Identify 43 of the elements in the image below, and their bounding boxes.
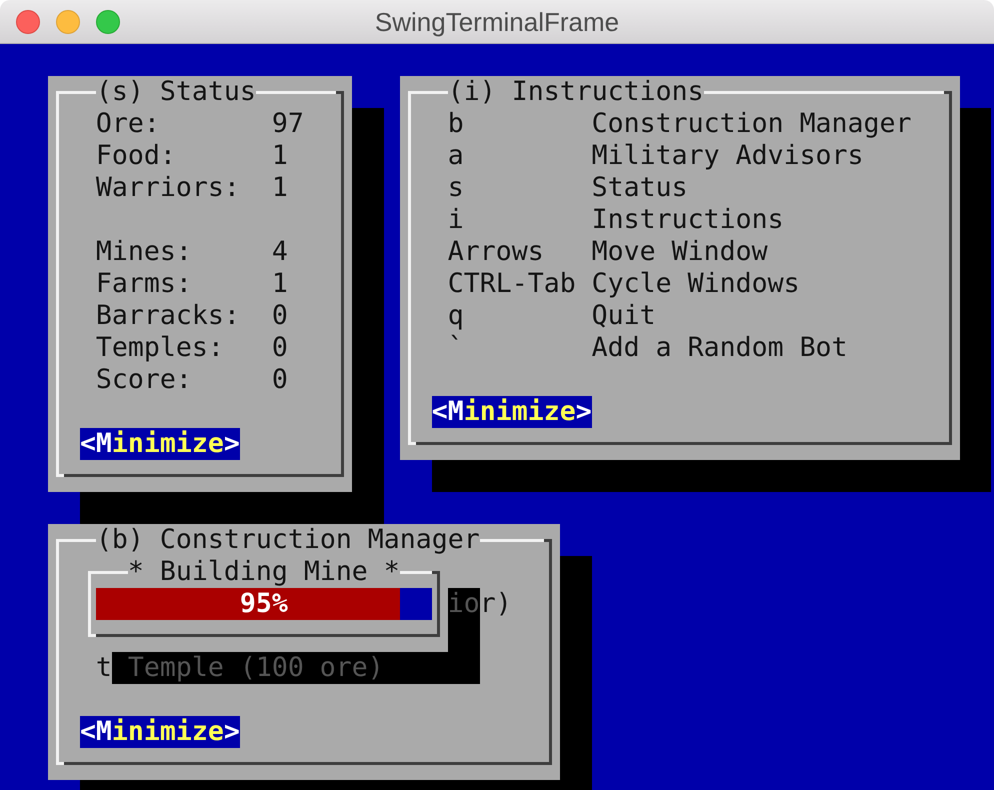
shortcut-description: Cycle Windows — [592, 268, 801, 300]
shortcut-description: Status — [592, 172, 689, 204]
shortcut-description: Instructions — [592, 204, 785, 236]
shortcut-key: Arrows — [448, 236, 592, 268]
shortcut-description: Add a Random Bot — [592, 332, 849, 364]
stat-label: Warriors: — [96, 172, 241, 204]
stat-label: Ore: — [96, 108, 161, 140]
construction-option: ior) — [448, 588, 512, 620]
close-button[interactable] — [16, 10, 40, 34]
minimize-button[interactable]: <Minimize> — [80, 428, 240, 460]
progress-label: 95% — [240, 588, 288, 620]
stat-value: 1 — [272, 140, 289, 172]
shortcut-description: Construction Manager — [592, 108, 912, 140]
shortcut-key: a — [448, 140, 592, 172]
shortcut-key: ` — [448, 332, 592, 364]
stat-label: Barracks: — [96, 300, 241, 332]
stat-value: 1 — [272, 172, 289, 204]
stat-label: Score: — [96, 364, 193, 396]
stat-value: 0 — [272, 300, 288, 332]
minimize-button[interactable]: <Minimize> — [432, 396, 592, 428]
stat-label: Mines: — [96, 236, 193, 268]
zoom-window-button[interactable] — [96, 10, 120, 34]
shortcut-key: b — [448, 108, 592, 140]
stat-value: 97 — [272, 108, 304, 140]
shortcut-key: i — [448, 204, 592, 236]
shortcut-key: CTRL-Tab — [448, 268, 592, 300]
stat-value: 0 — [272, 364, 288, 396]
shortcut-description: Move Window — [592, 236, 769, 268]
stat-label: Food: — [96, 140, 177, 172]
minimize-window-button[interactable] — [56, 10, 80, 34]
stat-value: 0 — [272, 332, 288, 364]
shortcut-description: Military Advisors — [592, 140, 865, 172]
stat-label: Farms: — [96, 268, 193, 300]
option-hotkey: t — [96, 652, 112, 684]
minimize-button[interactable]: <Minimize> — [80, 716, 240, 748]
stat-label: Temples: — [96, 332, 225, 364]
window-title: SwingTerminalFrame — [374, 6, 620, 38]
stat-value: 1 — [272, 268, 288, 300]
shortcut-description: Quit — [592, 300, 657, 332]
construction-option: Temple (100 ore) — [128, 652, 384, 684]
stat-value: 4 — [272, 236, 288, 268]
shortcut-key: q — [448, 300, 592, 332]
shortcut-key: s — [448, 172, 592, 204]
